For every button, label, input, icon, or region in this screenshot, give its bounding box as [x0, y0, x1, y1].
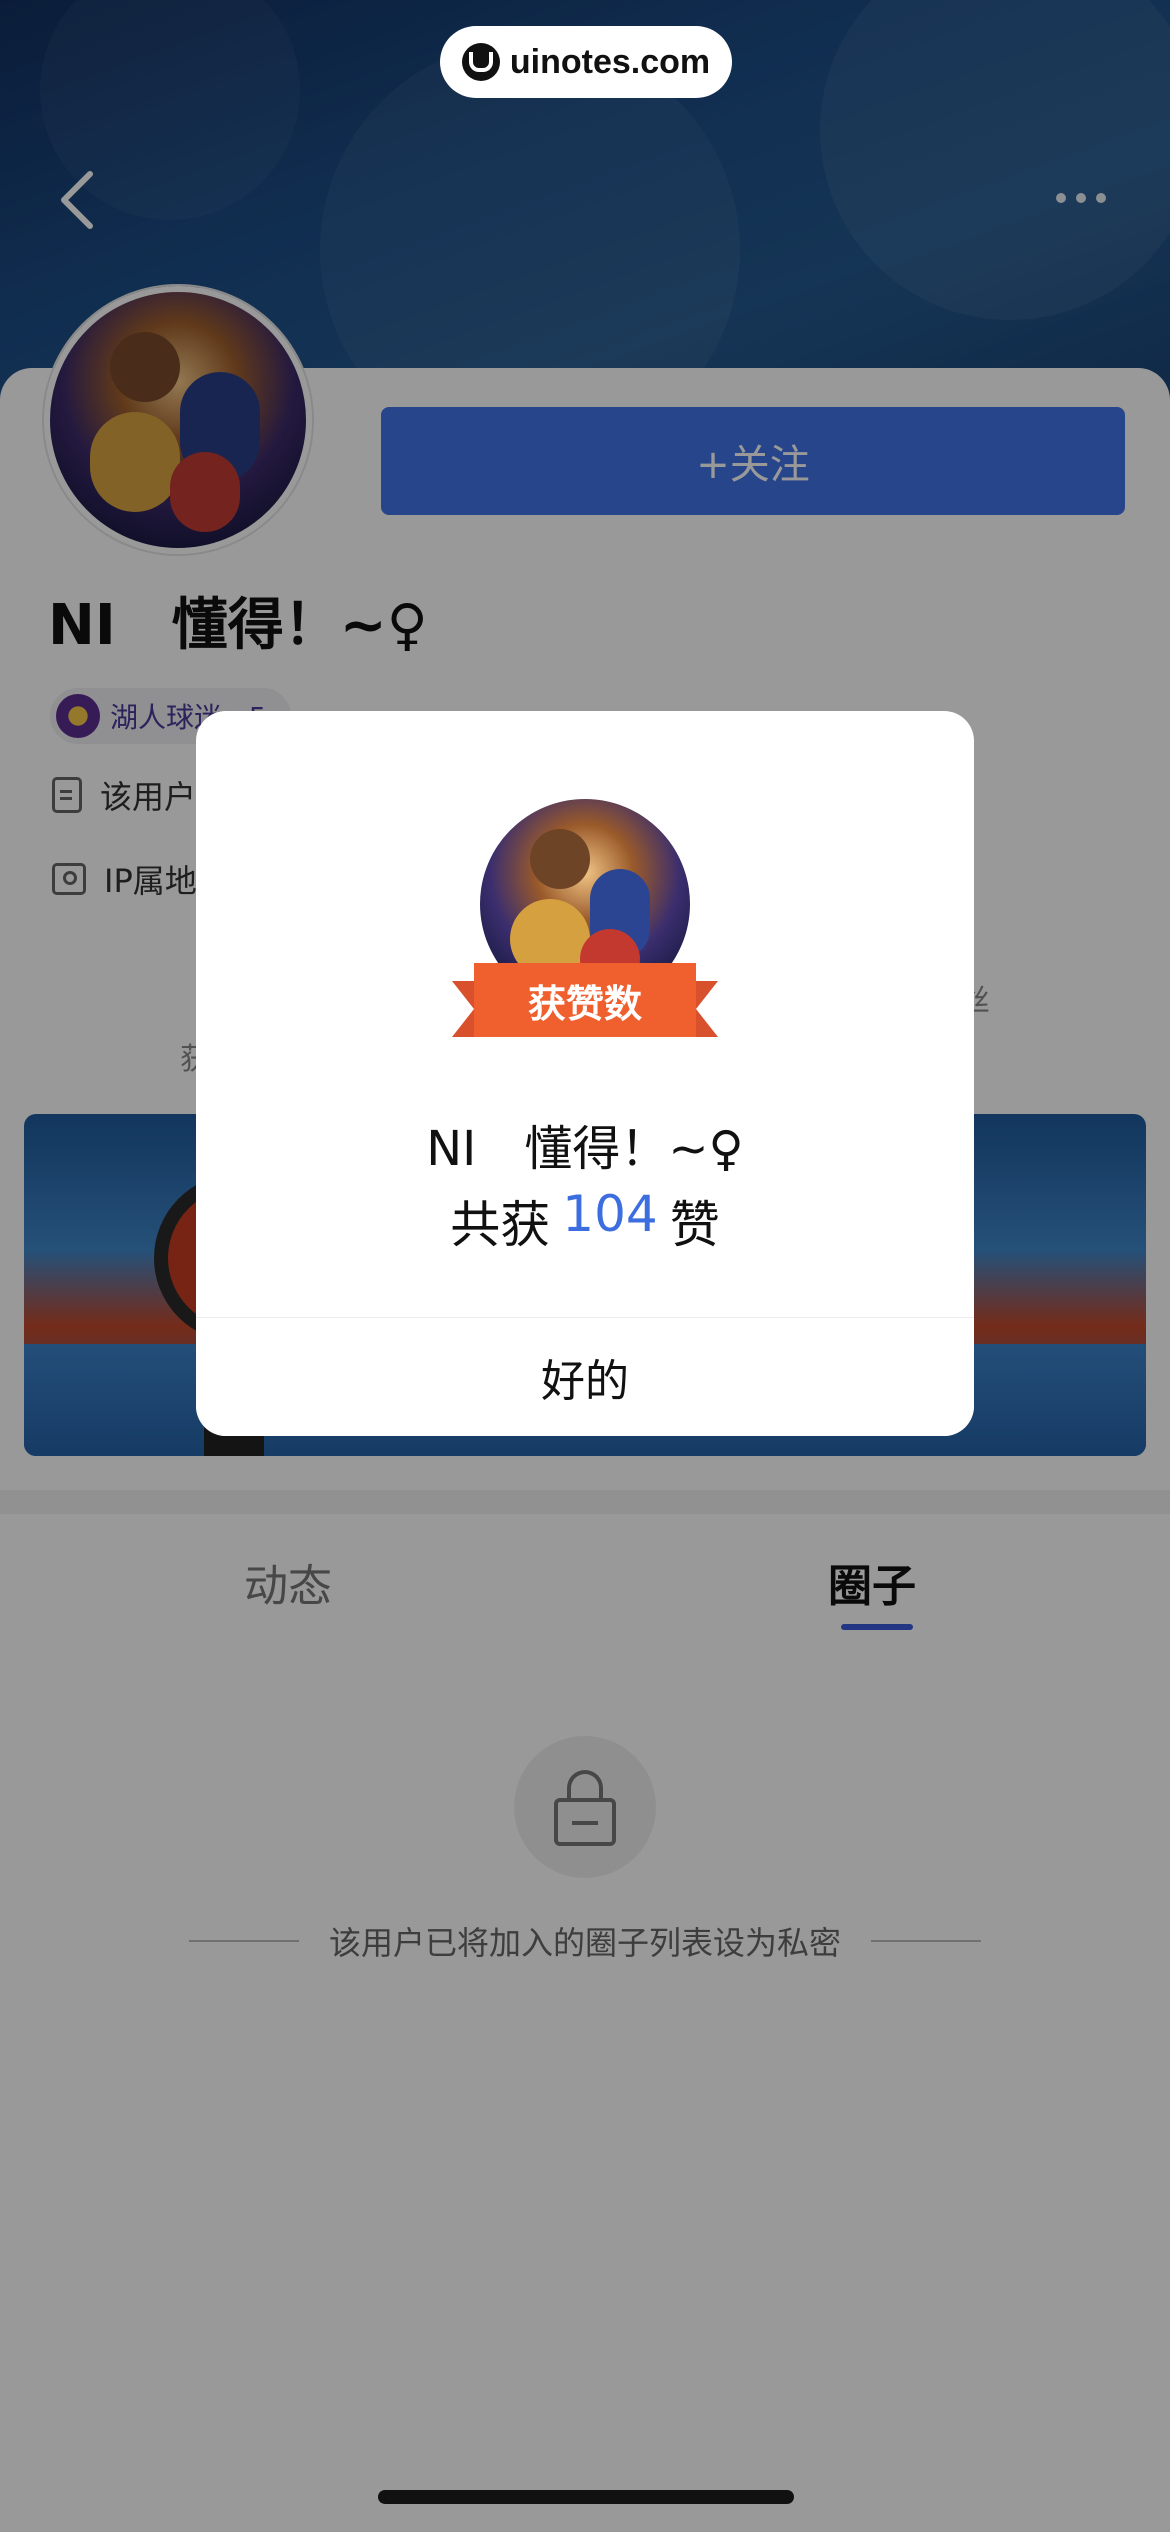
likes-prefix: 共获: [450, 1196, 551, 1254]
likes-suffix: 赞: [669, 1196, 720, 1254]
dialog-likes-summary: 共获 104 赞: [196, 1185, 974, 1257]
home-indicator[interactable]: [378, 2490, 794, 2504]
ribbon-label: 获赞数: [474, 963, 696, 1037]
likes-dialog: 获赞数 NI 懂得！~♀ 共获 104 赞 好的: [196, 711, 974, 1436]
dialog-username: NI 懂得！~♀: [426, 1121, 744, 1177]
likes-ribbon: 获赞数: [452, 963, 718, 1037]
watermark-logo-icon: [461, 43, 500, 81]
watermark-badge: uinotes.com: [440, 26, 732, 98]
ok-button[interactable]: 好的: [196, 1318, 974, 1436]
likes-count: 104: [562, 1185, 658, 1243]
watermark-text: uinotes.com: [509, 42, 711, 81]
